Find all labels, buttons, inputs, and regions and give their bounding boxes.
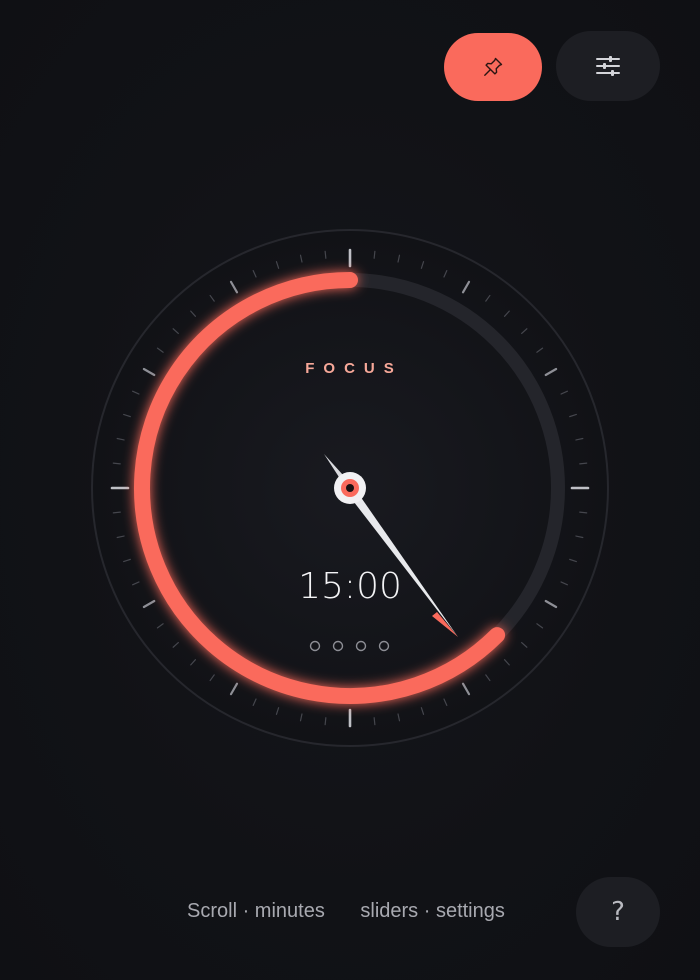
dial-tick: [112, 462, 121, 465]
dial-tick: [373, 717, 376, 726]
dial-tick: [324, 717, 327, 726]
help-button[interactable]: ?: [576, 877, 660, 947]
dial-tick: [579, 462, 588, 465]
timer-dial[interactable]: FOCUS 15:00: [0, 0, 700, 980]
hint-bar: Scroll · minutes sliders · settings: [187, 900, 505, 923]
hand-pivot-center: [346, 484, 354, 492]
mode-label: FOCUS: [305, 360, 403, 377]
sliders-hint: sliders · settings: [360, 900, 505, 922]
scroll-hint: Scroll · minutes: [187, 900, 325, 922]
dial-tick: [579, 511, 588, 514]
help-label: ?: [611, 897, 625, 927]
focus-timer-app: FOCUS 15:00 Scroll · minutes sliders · s…: [0, 0, 700, 980]
time-display: 15:00: [298, 566, 402, 607]
dial-tick: [324, 250, 327, 259]
dial-tick: [373, 250, 376, 259]
dial-tick: [112, 511, 121, 514]
